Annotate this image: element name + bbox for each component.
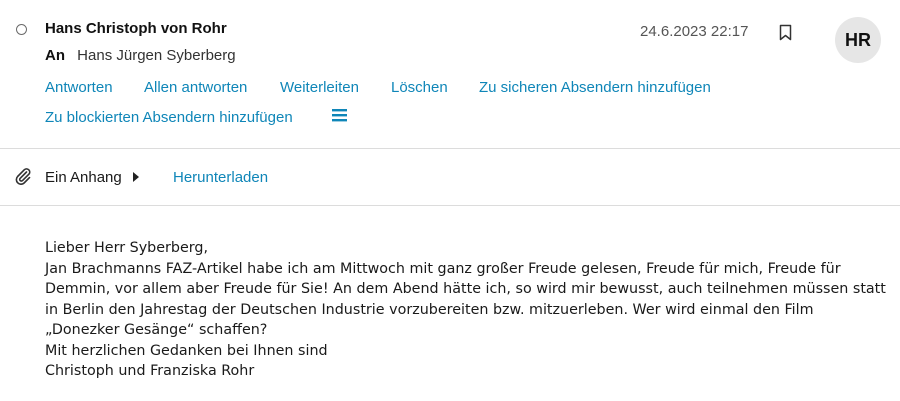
sender-name: Hans Christoph von Rohr [45,20,227,37]
delete-button[interactable]: Löschen [391,79,448,96]
avatar: HR [835,17,881,63]
recipient-name: Hans Jürgen Syberberg [77,47,236,64]
message-line: Jan Brachmanns FAZ-Artikel habe ich am M… [45,260,841,277]
message-header: Hans Christoph von Rohr An Hans Jürgen S… [0,0,900,148]
paperclip-icon [15,167,31,190]
attachment-bar: Ein Anhang Herunterladen [0,149,900,205]
add-safe-sender-button[interactable]: Zu sicheren Absendern hinzufügen [479,79,711,96]
bookmark-icon[interactable] [779,24,792,46]
hamburger-menu-icon[interactable] [332,109,347,127]
forward-button[interactable]: Weiterleiten [280,79,359,96]
attachment-label[interactable]: Ein Anhang [45,169,122,186]
to-label: An [45,47,65,64]
message-date: 24.6.2023 22:17 [640,23,749,40]
download-button[interactable]: Herunterladen [173,169,268,186]
select-message-radio[interactable] [16,24,27,35]
recipient-line: An Hans Jürgen Syberberg [45,47,236,64]
message-line: Demmin, vor allem aber Freude für Sie! A… [45,281,886,297]
expand-attachment-icon[interactable] [133,172,139,182]
message-body: Lieber Herr Syberberg, Jan Brachmanns FA… [45,238,886,382]
message-line: Mit herzlichen Gedanken bei Ihnen sind [45,342,328,359]
message-line: Lieber Herr Syberberg, [45,240,209,256]
add-blocked-sender-button[interactable]: Zu blockierten Absendern hinzufügen [45,109,293,126]
message-line: „Donezker Gesänge“ schaffen? [45,322,268,338]
message-line: Christoph und Franziska Rohr [45,363,255,379]
message-line: in Berlin den Jahrestag der Deutschen In… [45,301,814,318]
divider [0,205,900,206]
reply-all-button[interactable]: Allen antworten [144,79,247,96]
reply-button[interactable]: Antworten [45,79,113,96]
